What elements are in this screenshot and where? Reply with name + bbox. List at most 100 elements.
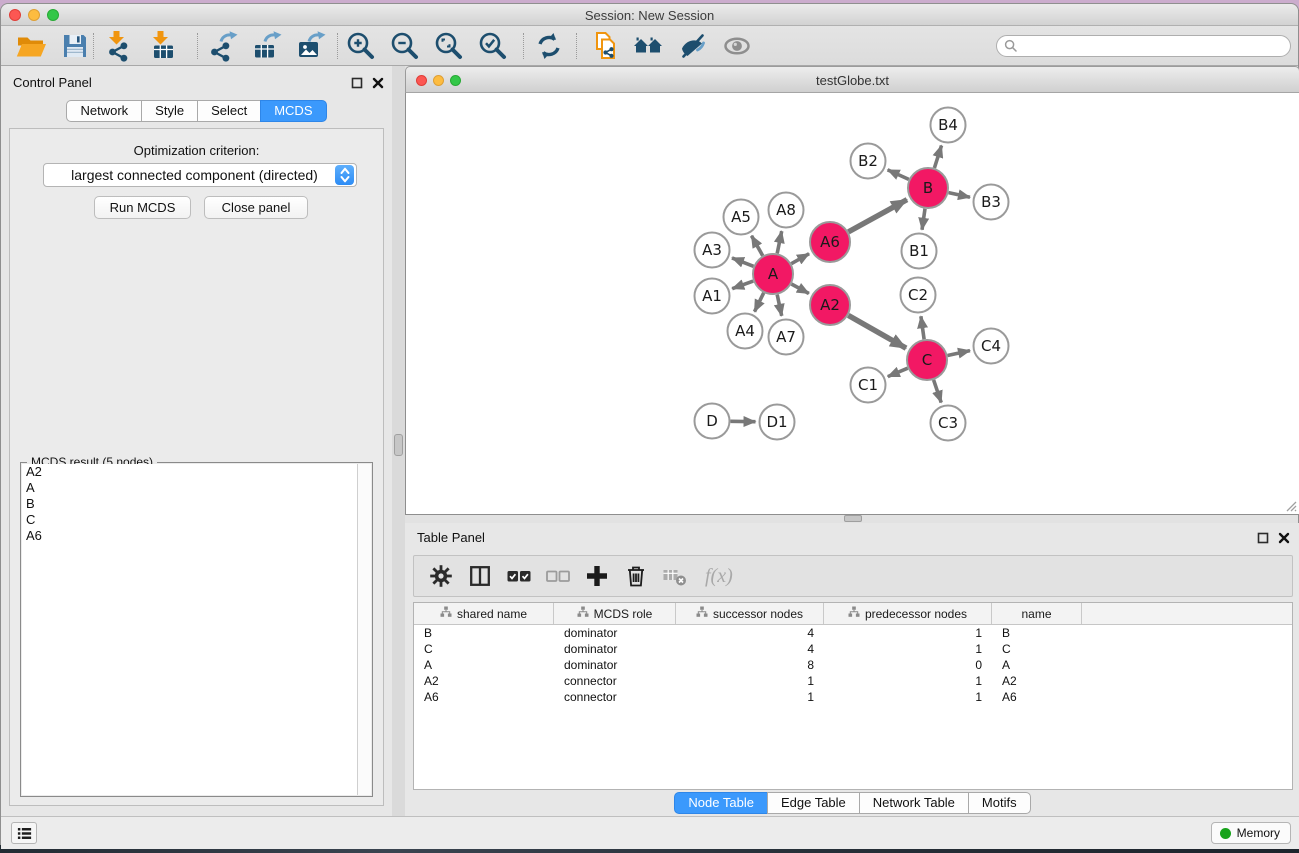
node-A6[interactable]: A6 [810, 222, 850, 262]
edge-A-A8[interactable] [777, 231, 782, 253]
memory-button[interactable]: Memory [1211, 822, 1291, 844]
clone-network-icon[interactable] [589, 30, 621, 62]
edge-B-B4[interactable] [934, 146, 941, 169]
cell-predecessor-nodes[interactable]: 1 [824, 641, 992, 657]
network-canvas[interactable]: A A1 A2 A3 A4 A5 A6 A7 A8 B B1 B2 B3 B4 … [405, 93, 1299, 515]
edge-C-C1[interactable] [888, 368, 908, 376]
table-row[interactable]: Cdominator41C [414, 641, 1292, 657]
tab-network[interactable]: Network [66, 100, 142, 122]
cell-name[interactable]: A [992, 657, 1082, 673]
edge-A-A2[interactable] [791, 284, 809, 294]
delete-table-icon[interactable] [662, 563, 688, 589]
add-column-icon[interactable] [584, 563, 610, 589]
zoom-fit-icon[interactable] [433, 30, 465, 62]
node-B3[interactable]: B3 [974, 185, 1009, 220]
search-field[interactable] [996, 35, 1291, 57]
vertical-splitter-handle[interactable] [394, 434, 403, 456]
node-C4[interactable]: C4 [974, 329, 1009, 364]
cell-shared-name[interactable]: A2 [414, 673, 554, 689]
split-columns-icon[interactable] [467, 563, 493, 589]
cell-shared-name[interactable]: A6 [414, 689, 554, 705]
edge-B-B1[interactable] [922, 209, 925, 230]
node-B4[interactable]: B4 [931, 108, 966, 143]
node-C2[interactable]: C2 [901, 278, 936, 313]
horizontal-splitter-handle[interactable] [844, 515, 862, 522]
tab-mcds[interactable]: MCDS [260, 100, 326, 122]
tab-select[interactable]: Select [197, 100, 261, 122]
tab-network-table[interactable]: Network Table [859, 792, 969, 814]
cell-predecessor-nodes[interactable]: 1 [824, 625, 992, 641]
gear-icon[interactable] [428, 563, 454, 589]
edge-A-A3[interactable] [732, 258, 754, 266]
edge-A-A4[interactable] [755, 293, 764, 312]
node-B1[interactable]: B1 [902, 234, 937, 269]
cell-predecessor-nodes[interactable]: 1 [824, 673, 992, 689]
column-header-successor-nodes[interactable]: successor nodes [676, 603, 824, 624]
mcds-result-list[interactable]: A2ABCA6 [22, 464, 358, 795]
import-network-icon[interactable] [103, 30, 135, 62]
cell-MCDS-role[interactable]: connector [554, 673, 676, 689]
close-panel-icon[interactable] [372, 76, 384, 88]
column-header-shared-name[interactable]: shared name [414, 603, 554, 624]
node-B[interactable]: B [908, 168, 948, 208]
cell-successor-nodes[interactable]: 4 [676, 625, 824, 641]
result-scrollbar[interactable] [358, 464, 371, 795]
node-C[interactable]: C [907, 340, 947, 380]
deselect-all-icon[interactable] [545, 563, 571, 589]
table-row[interactable]: A2connector11A2 [414, 673, 1292, 689]
tab-style[interactable]: Style [141, 100, 198, 122]
export-table-icon[interactable] [251, 30, 283, 62]
cell-name[interactable]: A6 [992, 689, 1082, 705]
cell-name[interactable]: B [992, 625, 1082, 641]
cell-shared-name[interactable]: A [414, 657, 554, 673]
zoom-in-icon[interactable] [345, 30, 377, 62]
node-C1[interactable]: C1 [851, 368, 886, 403]
cell-successor-nodes[interactable]: 4 [676, 641, 824, 657]
float-table-panel-icon[interactable] [1257, 531, 1269, 543]
node-A3[interactable]: A3 [695, 233, 730, 268]
column-header-name[interactable]: name [992, 603, 1082, 624]
edge-C-C4[interactable] [948, 351, 971, 356]
optimization-criterion-select[interactable]: largest connected component (directed) [43, 163, 357, 187]
table-row[interactable]: Adominator80A [414, 657, 1292, 673]
mcds-result-item[interactable]: A2 [22, 464, 357, 480]
export-image-icon[interactable] [295, 30, 327, 62]
column-header-predecessor-nodes[interactable]: predecessor nodes [824, 603, 992, 624]
task-history-button[interactable] [11, 822, 37, 844]
mcds-result-item[interactable]: B [22, 496, 357, 512]
zoom-out-icon[interactable] [389, 30, 421, 62]
mcds-result-item[interactable]: A6 [22, 528, 357, 544]
edge-B-B2[interactable] [888, 170, 909, 180]
node-C3[interactable]: C3 [931, 406, 966, 441]
resize-grip-icon[interactable] [1283, 498, 1297, 512]
column-header-MCDS-role[interactable]: MCDS role [554, 603, 676, 624]
edge-A6-B[interactable] [848, 200, 907, 232]
cell-successor-nodes[interactable]: 1 [676, 673, 824, 689]
cell-name[interactable]: C [992, 641, 1082, 657]
cell-MCDS-role[interactable]: dominator [554, 657, 676, 673]
float-panel-icon[interactable] [351, 76, 363, 88]
refresh-icon[interactable] [533, 30, 565, 62]
tab-node-table[interactable]: Node Table [674, 792, 768, 814]
table-row[interactable]: Bdominator41B [414, 625, 1292, 641]
mcds-result-item[interactable]: A [22, 480, 357, 496]
select-all-icon[interactable] [506, 563, 532, 589]
node-A[interactable]: A [753, 254, 793, 294]
node-A1[interactable]: A1 [695, 279, 730, 314]
table-row[interactable]: A6connector11A6 [414, 689, 1292, 705]
close-panel-button[interactable]: Close panel [204, 196, 308, 219]
cell-MCDS-role[interactable]: dominator [554, 625, 676, 641]
hide-graphics-details-icon[interactable] [677, 30, 709, 62]
edge-A2-C[interactable] [848, 315, 906, 348]
open-folder-icon[interactable] [15, 30, 47, 62]
edge-A-A5[interactable] [752, 236, 763, 256]
show-eye-icon[interactable] [721, 30, 753, 62]
node-D1[interactable]: D1 [760, 405, 795, 440]
cell-shared-name[interactable]: C [414, 641, 554, 657]
cell-successor-nodes[interactable]: 1 [676, 689, 824, 705]
node-A8[interactable]: A8 [769, 193, 804, 228]
tab-motifs[interactable]: Motifs [968, 792, 1031, 814]
cell-MCDS-role[interactable]: dominator [554, 641, 676, 657]
node-D[interactable]: D [695, 404, 730, 439]
export-network-icon[interactable] [207, 30, 239, 62]
